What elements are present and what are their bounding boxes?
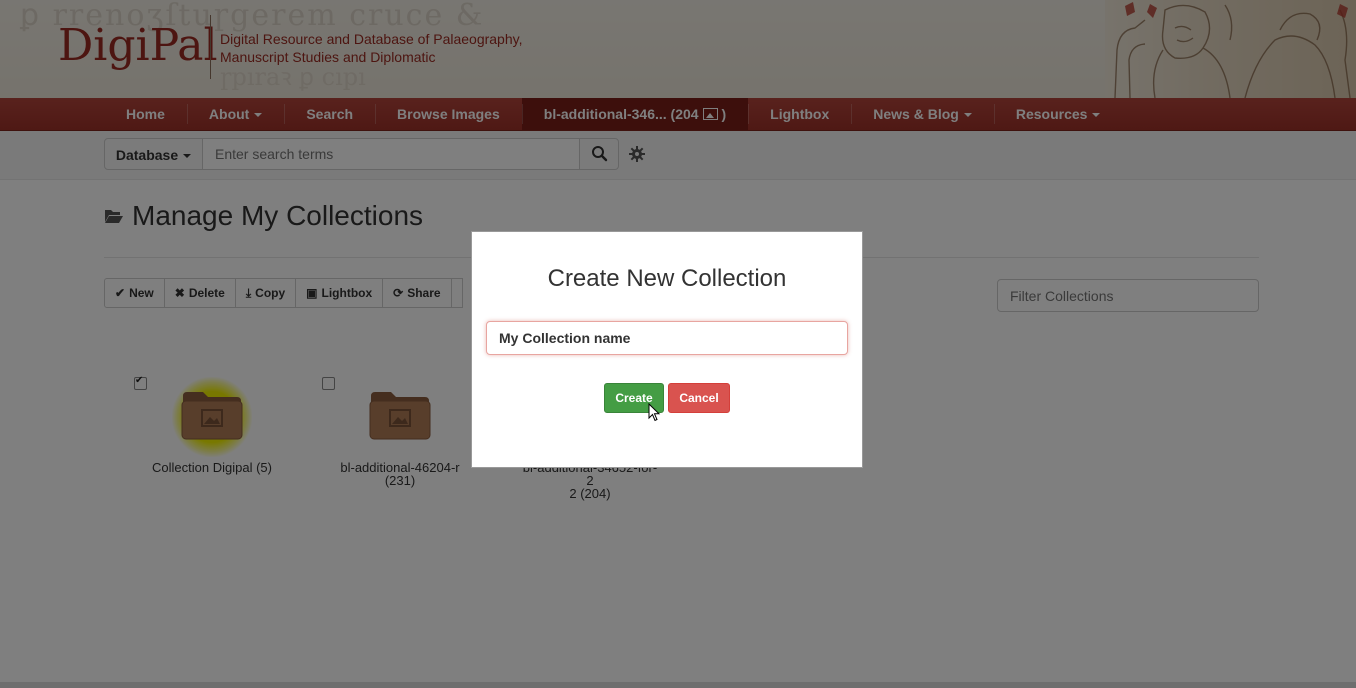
cancel-button[interactable]: Cancel [668,383,730,413]
dialog-title: Create New Collection [547,265,787,292]
mouse-cursor-icon [648,403,661,422]
collection-name-input[interactable] [486,321,848,355]
create-collection-dialog: Create New Collection Create Cancel [471,231,863,468]
